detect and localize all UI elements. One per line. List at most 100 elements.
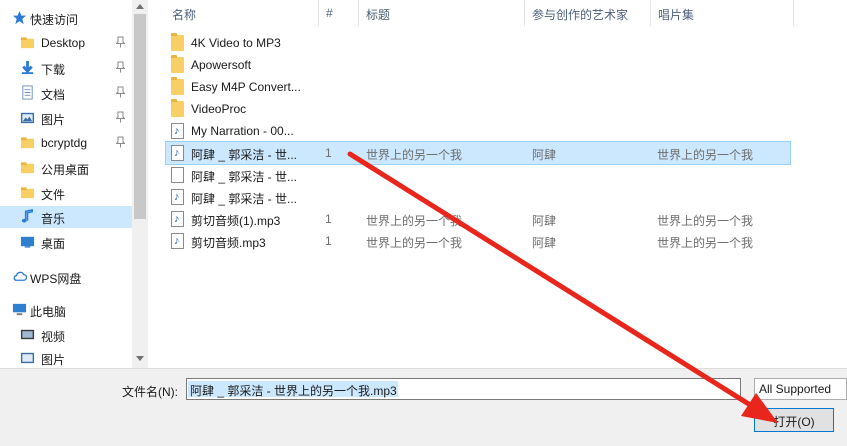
file-row-selected[interactable]: ♪ 阿肆 _ 郭采洁 - 世... 1 世界上的另一个我 阿肆 世界上的另一个我	[165, 141, 791, 165]
file-row[interactable]: ♪ 剪切音频(1).mp3 1 世界上的另一个我 阿肆 世界上的另一个我	[166, 208, 790, 230]
open-button[interactable]: 打开(O)	[754, 408, 834, 432]
column-header-album[interactable]: 唱片集	[658, 6, 694, 23]
column-header-row: 名称 # 标题 参与创作的艺术家 唱片集	[148, 0, 847, 26]
nav-scrollbar[interactable]	[132, 0, 148, 368]
folder-icon	[171, 55, 184, 73]
nav-label: 图片	[41, 113, 66, 127]
column-header-artist[interactable]: 参与创作的艺术家	[532, 6, 628, 23]
file-list-scrollbar[interactable]	[831, 26, 847, 368]
nav-label: 公用桌面	[41, 163, 90, 177]
file-list-pane: 名称 # 标题 参与创作的艺术家 唱片集 4K Video to MP3 Apo…	[148, 0, 847, 368]
nav-item-pictures[interactable]: 图片	[0, 107, 132, 129]
file-name: 阿肆 _ 郭采洁 - 世...	[191, 148, 298, 162]
file-row[interactable]: Easy M4P Convert...	[166, 76, 790, 98]
nav-item-desktop-cn[interactable]: 桌面	[0, 231, 132, 253]
nav-scrollbar-thumb[interactable]	[134, 14, 146, 219]
file-type-filter-value: All Supported	[759, 382, 832, 396]
column-header-name[interactable]: 名称	[172, 6, 196, 23]
nav-item-files[interactable]: 文件	[0, 182, 132, 204]
filename-label: 文件名(N):	[122, 385, 178, 399]
audio-file-icon: ♪	[171, 189, 184, 205]
folder-icon	[171, 99, 184, 117]
nav-item-pc-pictures[interactable]: 图片	[0, 347, 132, 369]
nav-item-documents[interactable]: 文档	[0, 82, 132, 104]
file-row[interactable]: Apowersoft	[166, 54, 790, 76]
file-row[interactable]: 阿肆 _ 郭采洁 - 世...	[166, 164, 790, 186]
file-track-number: 1	[325, 234, 332, 248]
audio-file-icon: ♪	[171, 233, 184, 249]
column-header-title[interactable]: 标题	[366, 6, 390, 23]
filename-input[interactable]: 阿肆 _ 郭采洁 - 世界上的另一个我.mp3	[186, 378, 741, 400]
nav-item-music[interactable]: 音乐	[0, 206, 132, 228]
pin-icon[interactable]	[116, 61, 125, 73]
column-divider[interactable]	[650, 0, 651, 26]
audio-file-icon: ♪	[171, 123, 184, 139]
folder-icon	[171, 77, 184, 95]
pictures-icon	[20, 112, 35, 124]
computer-icon	[12, 303, 27, 316]
file-title: 世界上的另一个我	[366, 214, 463, 228]
folder-icon	[20, 37, 35, 49]
nav-label: 下载	[41, 63, 66, 77]
file-name: Easy M4P Convert...	[191, 80, 301, 94]
folder-icon	[20, 187, 35, 199]
nav-label: 文档	[41, 88, 66, 102]
file-row[interactable]: ♪ 阿肆 _ 郭采洁 - 世...	[166, 186, 790, 208]
file-title: 世界上的另一个我	[366, 148, 463, 162]
file-row[interactable]: ♪ My Narration - 00...	[166, 120, 790, 142]
file-name: My Narration - 00...	[191, 124, 294, 138]
file-album: 世界上的另一个我	[657, 214, 754, 228]
nav-label: 快速访问	[30, 13, 79, 27]
nav-item-public-desktop[interactable]: 公用桌面	[0, 157, 132, 179]
file-artist: 阿肆	[532, 236, 557, 250]
pin-icon[interactable]	[116, 36, 125, 48]
navigation-pane: 快速访问 Desktop 下载 文档 图片 bcryptdg 公用桌面 文件 音…	[0, 0, 148, 368]
scroll-down-arrow-icon[interactable]	[136, 356, 144, 361]
audio-file-icon: ♪	[171, 211, 184, 227]
pin-icon[interactable]	[116, 136, 125, 148]
column-divider[interactable]	[358, 0, 359, 26]
file-name: 剪切音频.mp3	[191, 236, 266, 250]
file-track-number: 1	[325, 212, 332, 226]
nav-item-downloads[interactable]: 下载	[0, 57, 132, 79]
file-name: VideoProc	[191, 102, 247, 116]
file-row[interactable]: ♪ 剪切音频.mp3 1 世界上的另一个我 阿肆 世界上的另一个我	[166, 230, 790, 252]
nav-label: 音乐	[41, 212, 66, 226]
download-icon	[21, 60, 34, 75]
folder-icon	[20, 137, 35, 149]
file-name: 阿肆 _ 郭采洁 - 世...	[191, 192, 298, 206]
file-name: 剪切音频(1).mp3	[191, 214, 281, 228]
nav-item-videos[interactable]: 视频	[0, 324, 132, 346]
nav-label: WPS网盘	[30, 272, 82, 286]
column-divider[interactable]	[524, 0, 525, 26]
nav-item-bcryptdg[interactable]: bcryptdg	[0, 132, 132, 154]
nav-quick-access[interactable]: 快速访问	[0, 7, 132, 29]
pin-icon[interactable]	[116, 86, 125, 98]
nav-item-desktop[interactable]: Desktop	[0, 32, 132, 54]
star-icon	[12, 10, 27, 25]
file-name: Apowersoft	[191, 58, 252, 72]
open-button-label: 打开(O)	[773, 415, 815, 429]
column-divider[interactable]	[318, 0, 319, 26]
pictures-icon	[20, 352, 35, 364]
column-divider[interactable]	[793, 0, 794, 26]
column-header-number[interactable]: #	[326, 6, 333, 20]
file-album: 世界上的另一个我	[657, 236, 754, 250]
scroll-up-arrow-icon[interactable]	[136, 4, 144, 9]
file-album: 世界上的另一个我	[657, 148, 754, 162]
nav-item-this-pc[interactable]: 此电脑	[0, 299, 132, 321]
file-row[interactable]: VideoProc	[166, 98, 790, 120]
documents-icon	[22, 85, 33, 100]
file-row[interactable]: 4K Video to MP3	[166, 32, 790, 54]
audio-file-icon: ♪	[171, 145, 184, 161]
file-artist: 阿肆	[532, 214, 557, 228]
nav-label: 此电脑	[30, 305, 67, 319]
file-title: 世界上的另一个我	[366, 236, 463, 250]
cloud-icon	[13, 271, 27, 281]
nav-item-wps-drive[interactable]: WPS网盘	[0, 266, 132, 288]
file-track-number: 1	[325, 146, 332, 160]
nav-label: 图片	[41, 353, 66, 367]
file-name: 阿肆 _ 郭采洁 - 世...	[191, 170, 298, 184]
file-type-filter-dropdown[interactable]: All Supported	[754, 378, 847, 400]
pin-icon[interactable]	[116, 111, 125, 123]
